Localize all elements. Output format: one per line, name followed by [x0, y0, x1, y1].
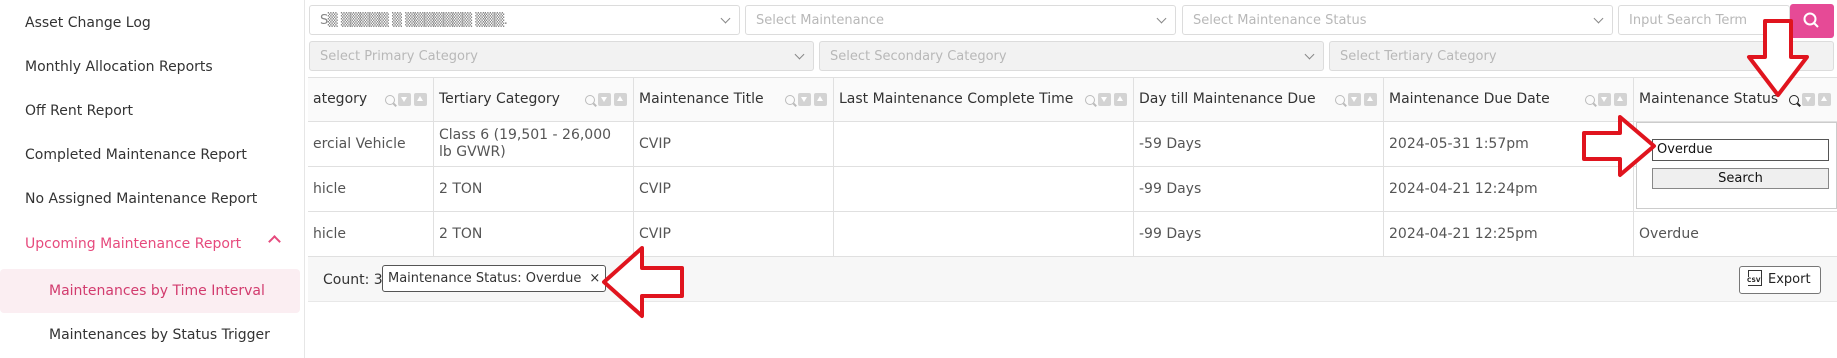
search-icon[interactable]: [1085, 94, 1095, 105]
sort-asc-icon[interactable]: [414, 93, 427, 106]
column-header-label: Last Maintenance Complete Time: [839, 91, 1074, 107]
status-search-popup: Overdue Search: [1636, 122, 1837, 209]
cell-last-maintenance-complete-time: [834, 167, 1134, 212]
search-icon[interactable]: [785, 94, 795, 105]
sidebar-subitem-maintenances-by-time-interval[interactable]: Maintenances by Time Interval: [49, 283, 265, 299]
cell-maintenance-due-date: 2024-04-21 12:25pm: [1384, 212, 1634, 257]
column-header-label: Maintenance Title: [639, 91, 764, 107]
column-header-label: Day till Maintenance Due: [1139, 91, 1316, 107]
table-row[interactable]: hicle 2 TON CVIP -99 Days 2024-04-21 12:…: [308, 212, 1837, 257]
chevron-down-icon: [1304, 49, 1315, 60]
csv-icon-label: CSV: [1746, 277, 1762, 285]
export-label: Export: [1768, 272, 1811, 287]
sort-asc-icon[interactable]: [1818, 93, 1831, 106]
sort-asc-icon[interactable]: [1614, 93, 1627, 106]
column-header-day-till-maintenance-due[interactable]: Day till Maintenance Due: [1134, 78, 1384, 122]
sort-asc-icon[interactable]: [1364, 93, 1377, 106]
column-header-category[interactable]: ategory: [308, 78, 434, 122]
search-icon[interactable]: [585, 94, 595, 105]
column-header-label: ategory: [313, 91, 368, 107]
cell-maintenance-title: CVIP: [634, 167, 834, 212]
company-select-value: S▒ ▒▒▒▒▒ ▒ ▒▒▒▒▒▒▒ ▒▒▒.: [320, 13, 508, 28]
company-select[interactable]: S▒ ▒▒▒▒▒ ▒ ▒▒▒▒▒▒▒ ▒▒▒.: [309, 5, 740, 35]
sort-desc-icon[interactable]: [598, 93, 611, 106]
cell-category: hicle: [308, 167, 434, 212]
sort-desc-icon[interactable]: [1098, 93, 1111, 106]
sidebar-item-completed-maintenance-report[interactable]: Completed Maintenance Report: [25, 147, 247, 163]
cell-maintenance-status: Overdue: [1639, 226, 1699, 242]
search-input-placeholder: Input Search Term: [1629, 13, 1748, 28]
sidebar-divider: [304, 0, 305, 358]
sort-asc-icon[interactable]: [814, 93, 827, 106]
sidebar-item-upcoming-maintenance-report[interactable]: Upcoming Maintenance Report: [25, 236, 241, 252]
search-icon[interactable]: [1335, 94, 1345, 105]
secondary-category-select[interactable]: Select Secondary Category: [819, 41, 1324, 71]
cell-maintenance-title: CVIP: [634, 122, 834, 167]
annotation-arrow-down-icon: [1747, 19, 1809, 97]
cell-tertiary-category: Class 6 (19,501 - 26,000 lb GVWR): [434, 122, 634, 167]
cell-last-maintenance-complete-time: [834, 122, 1134, 167]
export-button[interactable]: CSV Export: [1739, 266, 1821, 294]
chevron-down-icon: [720, 13, 731, 24]
annotation-arrow-right-icon: [1582, 115, 1656, 177]
chevron-down-icon: [794, 49, 805, 60]
status-search-button[interactable]: Search: [1652, 168, 1829, 189]
column-header-label: Tertiary Category: [439, 91, 560, 107]
sort-desc-icon[interactable]: [1348, 93, 1361, 106]
cell-day-till-maintenance-due: -99 Days: [1134, 167, 1384, 212]
primary-category-select[interactable]: Select Primary Category: [309, 41, 814, 71]
sort-asc-icon[interactable]: [1114, 93, 1127, 106]
record-count: Count: 3: [323, 272, 383, 288]
maintenance-select[interactable]: Select Maintenance: [745, 5, 1176, 35]
csv-file-icon: CSV: [1746, 270, 1762, 286]
column-header-tertiary-category[interactable]: Tertiary Category: [434, 78, 634, 122]
active-filter-label: Maintenance Status: Overdue: [388, 271, 582, 286]
sort-desc-icon[interactable]: [1598, 93, 1611, 106]
table-footer: Count: 3 Maintenance Status: Overdue ×: [308, 257, 1837, 302]
sort-asc-icon[interactable]: [614, 93, 627, 106]
cell-tertiary-category: 2 TON: [434, 167, 634, 212]
sort-desc-icon[interactable]: [798, 93, 811, 106]
chevron-up-icon[interactable]: [268, 235, 281, 248]
column-header-label: Maintenance Due Date: [1389, 91, 1550, 107]
sort-desc-icon[interactable]: [398, 93, 411, 106]
cell-day-till-maintenance-due: -59 Days: [1134, 122, 1384, 167]
sidebar: Asset Change Log Monthly Allocation Repo…: [0, 0, 304, 358]
cell-last-maintenance-complete-time: [834, 212, 1134, 257]
chevron-down-icon: [1156, 13, 1167, 24]
close-icon[interactable]: ×: [589, 271, 600, 286]
cell-category: ercial Vehicle: [308, 122, 434, 167]
column-header-maintenance-title[interactable]: Maintenance Title: [634, 78, 834, 122]
search-icon[interactable]: [1585, 94, 1595, 105]
chevron-down-icon: [1593, 13, 1604, 24]
sidebar-item-off-rent-report[interactable]: Off Rent Report: [25, 103, 133, 119]
status-search-input[interactable]: Overdue: [1652, 139, 1829, 161]
maintenance-select-placeholder: Select Maintenance: [756, 13, 884, 28]
sidebar-item-monthly-allocation-reports[interactable]: Monthly Allocation Reports: [25, 59, 213, 75]
sidebar-item-no-assigned-maintenance-report[interactable]: No Assigned Maintenance Report: [25, 191, 257, 207]
primary-category-placeholder: Select Primary Category: [320, 49, 478, 64]
sidebar-subitem-maintenances-by-status-trigger[interactable]: Maintenances by Status Trigger: [49, 327, 270, 343]
annotation-arrow-left-icon: [602, 246, 684, 318]
sidebar-item-asset-change-log[interactable]: Asset Change Log: [25, 15, 151, 31]
maintenance-status-select[interactable]: Select Maintenance Status: [1182, 5, 1613, 35]
cell-category: hicle: [308, 212, 434, 257]
search-icon[interactable]: [385, 94, 395, 105]
secondary-category-placeholder: Select Secondary Category: [830, 49, 1007, 64]
active-filter-chip: Maintenance Status: Overdue ×: [382, 265, 607, 292]
maintenance-status-select-placeholder: Select Maintenance Status: [1193, 13, 1367, 28]
column-header-last-maintenance-complete-time[interactable]: Last Maintenance Complete Time: [834, 78, 1134, 122]
cell-day-till-maintenance-due: -99 Days: [1134, 212, 1384, 257]
tertiary-category-placeholder: Select Tertiary Category: [1340, 49, 1497, 64]
